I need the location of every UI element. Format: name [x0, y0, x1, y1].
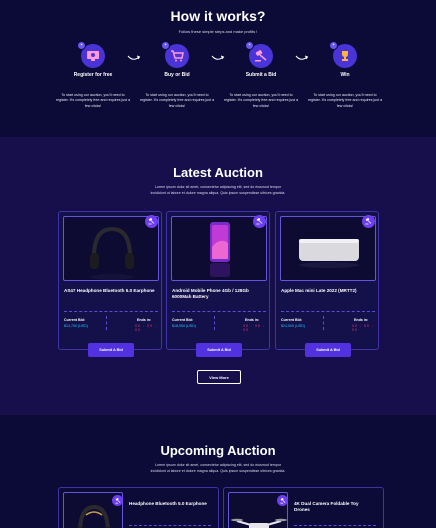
gavel-icon[interactable] — [112, 495, 123, 506]
current-bid-value: $24,500 (USD) — [281, 324, 305, 328]
divider — [129, 525, 211, 526]
auction-card: Apple Mac mini Late 2022 (MRTT2) Current… — [275, 211, 379, 357]
view-more-button[interactable]: View More — [197, 370, 241, 384]
how-it-works-section: How it works? Follow these simple steps … — [0, 0, 436, 137]
divider — [214, 316, 215, 330]
step-title: Win — [340, 72, 350, 78]
product-image-smartphone[interactable] — [171, 216, 267, 281]
upcoming-auction-subtitle-line2: incididunt ut labore et dolore magna ali… — [150, 469, 286, 473]
step-register: ▪ Register for free To start using our a… — [55, 41, 131, 109]
gavel-icon[interactable] — [362, 215, 375, 228]
product-name[interactable]: Headphone Bluetooth 5.0 Earphone — [129, 501, 209, 507]
divider — [64, 311, 158, 312]
product-name[interactable]: Android Mobile Phone 4Gb / 128Gb 6000Mah… — [172, 288, 266, 301]
cart-icon: ▪ — [161, 41, 189, 68]
upcoming-card: 4K Dual Camera Foldable Toy Drones — [223, 487, 384, 528]
divider — [323, 316, 324, 330]
current-bid-label: Current Bid: — [172, 318, 193, 322]
upcoming-auction-section: Upcoming Auction Lorem ipsum dolor sit a… — [0, 415, 436, 528]
gavel-icon[interactable] — [253, 215, 266, 228]
divider — [172, 311, 266, 312]
current-bid-label: Current Bid: — [64, 318, 85, 322]
step-buy-or-bid: ▪ Buy or Bid To start using our auction,… — [139, 41, 215, 109]
step-badge: ▪ — [329, 41, 338, 50]
step-description: To start using our auction, you'll need … — [307, 93, 383, 108]
step-badge: ▪ — [161, 41, 170, 50]
ends-in-label: Ends in: — [245, 318, 260, 322]
upcoming-auction-subtitle-line1: Lorem ipsum dolor sit amet, consectetur … — [154, 463, 282, 467]
current-bid-value: $14,750 (USD) — [64, 324, 88, 328]
gavel-icon[interactable] — [145, 215, 158, 228]
ends-in-label: Ends in: — [137, 318, 152, 322]
countdown-timer: 00 : 00 : 00 — [135, 324, 157, 332]
step-badge: ▪ — [77, 41, 86, 50]
countdown-timer: 00 : 00 : 00 — [352, 324, 374, 332]
register-icon: ▪ — [77, 41, 105, 68]
divider — [281, 311, 375, 312]
step-badge: ▪ — [245, 41, 254, 50]
gavel-icon[interactable] — [277, 495, 288, 506]
step-win: ▪ Win To start using our auction, you'll… — [307, 41, 383, 109]
step-description: To start using our auction, you'll need … — [139, 93, 215, 108]
auction-card: Android Mobile Phone 4Gb / 128Gb 6000Mah… — [166, 211, 270, 357]
submit-bid-button[interactable]: Submit A Bid — [305, 343, 351, 357]
product-name[interactable]: 4K Dual Camera Foldable Toy Drones — [294, 501, 374, 514]
how-it-works-subtitle: Follow these simple steps and make profi… — [178, 29, 258, 34]
product-name[interactable]: Apple Mac mini Late 2022 (MRTT2) — [281, 288, 375, 294]
gavel-icon: ▪ — [245, 41, 273, 68]
upcoming-auction-title: Upcoming Auction — [160, 443, 276, 458]
step-description: To start using our auction, you'll need … — [223, 93, 299, 108]
step-title: Register for free — [73, 72, 113, 78]
divider — [106, 316, 107, 330]
submit-bid-button[interactable]: Submit A Bid — [196, 343, 242, 357]
current-bid-label: Current Bid: — [281, 318, 302, 322]
step-description: To start using our auction, you'll need … — [55, 93, 131, 108]
product-name[interactable]: AS47 Headphone Bluetooth 5.0 Earphone — [64, 288, 158, 294]
latest-auction-subtitle-line2: incididunt ut labore et dolore magna ali… — [150, 191, 286, 195]
ends-in-label: Ends in: — [354, 318, 369, 322]
current-bid-value: $18,950 (USD) — [172, 324, 196, 328]
divider — [294, 525, 376, 526]
countdown-timer: 00 : 00 : 00 — [243, 324, 265, 332]
submit-bid-button[interactable]: Submit A Bid — [88, 343, 134, 357]
step-title: Submit a Bid — [245, 72, 277, 78]
product-image-headphones[interactable] — [63, 216, 159, 281]
how-it-works-title: How it works? — [170, 8, 266, 24]
latest-auction-subtitle-line1: Lorem ipsum dolor sit amet, consectetur … — [154, 185, 282, 189]
product-image-mac-mini[interactable] — [280, 216, 376, 281]
latest-auction-title: Latest Auction — [173, 165, 263, 180]
step-submit-a-bid: ▪ Submit a Bid To start using our auctio… — [223, 41, 299, 109]
upcoming-card: Headphone Bluetooth 5.0 Earphone — [58, 487, 219, 528]
auction-card: AS47 Headphone Bluetooth 5.0 Earphone Cu… — [58, 211, 162, 357]
latest-auction-section: Latest Auction Lorem ipsum dolor sit ame… — [0, 137, 436, 415]
step-title: Buy or Bid — [164, 72, 190, 78]
trophy-icon: ▪ — [329, 41, 357, 68]
